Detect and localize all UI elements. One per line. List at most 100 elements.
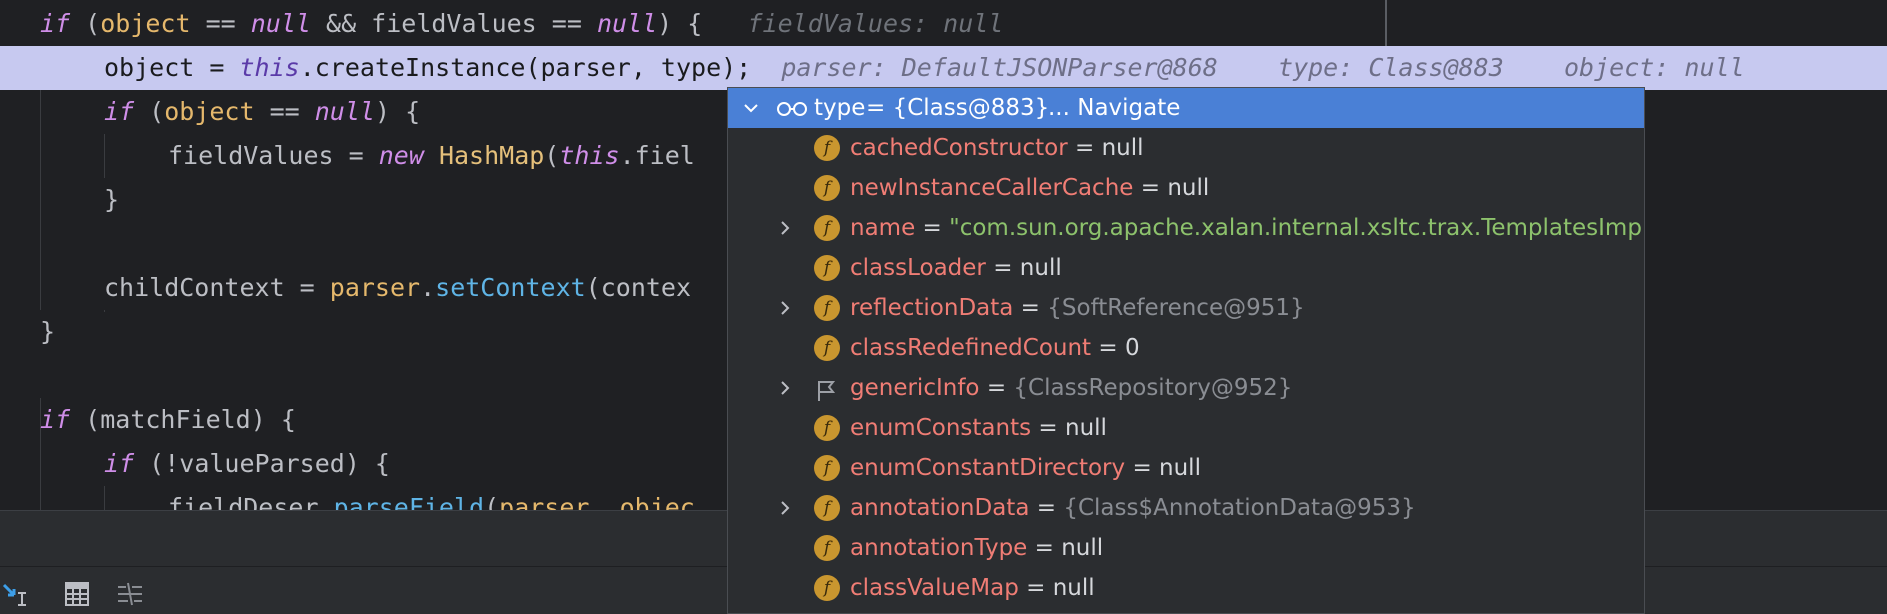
code-token: ( (134, 97, 165, 126)
code-token: new (378, 141, 424, 170)
equals-sign: = (1140, 175, 1161, 201)
code-token: parser (329, 273, 421, 302)
field-entry: reflectionData = {SoftReference@951} (850, 288, 1305, 328)
field-row[interactable]: f classRedefinedCount = 0 (728, 328, 1644, 368)
code-token: setContext (435, 273, 586, 302)
current-execution-line[interactable]: object = this.createInstance(parser, typ… (0, 46, 1887, 90)
chevron-down-icon[interactable] (740, 88, 758, 128)
equals-sign: = (1098, 335, 1118, 361)
flag-icon (814, 376, 838, 401)
code-token: ( (484, 493, 500, 510)
field-icon: f (814, 135, 840, 161)
field-entry: newInstanceCallerCache = null (850, 168, 1209, 208)
calculator-icon[interactable] (64, 581, 90, 611)
field-row[interactable]: f classLoader = null (728, 248, 1644, 288)
equals-sign: = (1026, 575, 1046, 601)
field-value: null (1065, 415, 1107, 441)
field-value: null (1167, 175, 1210, 201)
field-row[interactable]: f enumConstantDirectory = null (728, 448, 1644, 488)
code-text: childContext = parser.setContext(contex (104, 266, 691, 310)
field-value: null (1101, 135, 1144, 161)
code-token: object (100, 9, 191, 38)
field-icon: f (814, 535, 840, 561)
field-value: null (1061, 535, 1104, 561)
code-token: ( (70, 9, 101, 38)
code-text: if (!valueParsed) { (104, 442, 390, 486)
code-token: this (239, 53, 300, 82)
equals-sign: = (1036, 495, 1057, 521)
field-entry: name = "com.sun.org.apache.xalan.interna… (850, 208, 1644, 248)
code-token: HashMap (438, 141, 545, 170)
code-text: } (40, 310, 55, 354)
code-token: null (596, 9, 658, 38)
field-icon: f (814, 455, 840, 481)
code-token: .createInstance(parser, type); (299, 53, 782, 82)
code-text: object = this.createInstance(parser, typ… (104, 46, 1745, 90)
code-text: fieldDeser.parseField(parser, objec (168, 486, 695, 510)
field-value: 0 (1124, 335, 1140, 361)
code-token: this (559, 141, 620, 170)
code-token: fieldDeser. (168, 493, 334, 510)
chevron-right-icon[interactable] (774, 288, 792, 328)
field-row[interactable]: f newInstanceCallerCache = null (728, 168, 1644, 208)
field-name: reflectionData (850, 295, 1014, 321)
field-icon: f (814, 295, 840, 321)
field-row[interactable]: f name = "com.sun.org.apache.xalan.intern… (728, 208, 1644, 248)
code-token: } (104, 185, 120, 214)
field-entry: enumConstants = null (850, 408, 1107, 448)
code-line[interactable]: if (object == null && fieldValues == nul… (0, 2, 1887, 46)
chevron-right-icon[interactable] (774, 208, 792, 248)
field-entry: genericInfo = {ClassRepository@952} (850, 368, 1292, 408)
columns-icon[interactable] (116, 581, 144, 611)
code-text: if (object == null && fieldValues == nul… (40, 2, 1003, 46)
field-value: {SoftReference@951} (1047, 295, 1305, 321)
field-entry: enumConstantDirectory = null (850, 448, 1201, 488)
code-token: parser (499, 493, 590, 510)
code-text: fieldValues = new HashMap(this.fiel (168, 134, 695, 178)
code-token: null (314, 97, 375, 126)
field-value: {Class$AnnotationData@953} (1063, 495, 1416, 521)
code-token: && fieldValues == (310, 9, 597, 38)
field-name: classRedefinedCount (850, 335, 1092, 361)
variable-inspector-popup[interactable]: type = {Class@883} ... Navigate f cachedC… (727, 87, 1645, 614)
field-row[interactable]: genericInfo = {ClassRepository@952} (728, 368, 1644, 408)
field-row[interactable]: f annotationData = {Class$AnnotationData@… (728, 488, 1644, 528)
code-text: if (matchField) { (40, 398, 296, 442)
code-token: object = (104, 53, 240, 82)
code-text: if (object == null) { (104, 90, 420, 134)
field-name: annotationType (850, 535, 1028, 561)
code-text: } (104, 178, 119, 222)
field-entry: cachedConstructor = null (850, 128, 1144, 168)
equals-sign: = (986, 375, 1007, 401)
chevron-right-icon[interactable] (774, 368, 792, 408)
field-row[interactable]: f cachedConstructor = null (728, 128, 1644, 168)
code-token: .fiel (619, 141, 695, 170)
code-token: (contex (585, 273, 692, 302)
field-row[interactable]: f annotationType = null (728, 528, 1644, 568)
field-icon: f (814, 415, 840, 441)
field-row[interactable]: f reflectionData = {SoftReference@951} (728, 288, 1644, 328)
field-name: classLoader (850, 255, 986, 281)
code-token: . (420, 273, 436, 302)
field-name: genericInfo (850, 375, 980, 401)
step-cursor-icon[interactable] (2, 581, 28, 611)
code-token: childContext = (104, 273, 330, 302)
code-token: } (40, 317, 56, 346)
code-token: (matchField) { (70, 405, 296, 434)
field-row[interactable]: f classValueMap = null (728, 568, 1644, 608)
field-name: cachedConstructor (850, 135, 1068, 161)
field-name: classValueMap (850, 575, 1019, 601)
code-token: == (254, 97, 315, 126)
field-icon: f (814, 335, 840, 361)
popup-header-row[interactable]: type = {Class@883} ... Navigate (728, 88, 1644, 128)
field-icon: f (814, 495, 840, 521)
field-value: {ClassRepository@952} (1013, 375, 1293, 401)
navigate-link[interactable]: ... Navigate (1048, 88, 1180, 128)
chevron-right-icon[interactable] (774, 488, 792, 528)
field-icon: f (814, 215, 840, 241)
field-icon: f (814, 575, 840, 601)
equals-sign: = (1132, 455, 1152, 481)
equals-sign: = (922, 215, 942, 241)
field-row[interactable]: f enumConstants = null (728, 408, 1644, 448)
